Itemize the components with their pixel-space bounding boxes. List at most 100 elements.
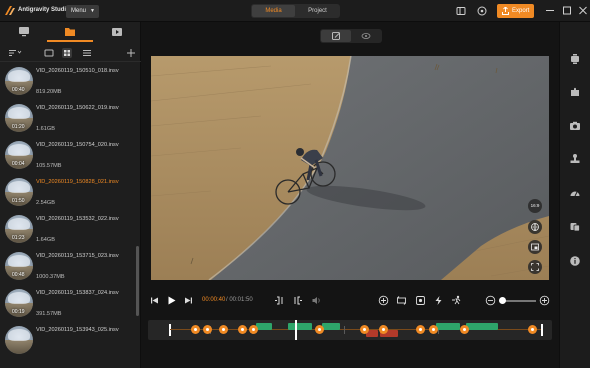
close-icon[interactable] xyxy=(578,5,588,16)
flash-icon[interactable] xyxy=(433,295,444,306)
view-single-icon[interactable] xyxy=(44,48,54,58)
list-item[interactable]: 00:40 VID_20260119_150510_018.insv 819.2… xyxy=(0,65,133,102)
video-frame xyxy=(151,56,549,280)
video-preview[interactable] xyxy=(151,56,549,280)
layout-icon[interactable] xyxy=(456,6,466,16)
timeline-marker[interactable] xyxy=(416,325,425,334)
file-name: VID_20260119_150510_018.insv xyxy=(36,68,119,74)
timeline-marker[interactable] xyxy=(249,325,258,334)
thumbnail-duration: 01:20 xyxy=(12,124,25,130)
file-name: VID_20260119_150622_019.insv xyxy=(36,105,119,111)
add-icon[interactable] xyxy=(126,48,136,58)
target-icon[interactable] xyxy=(415,295,426,306)
highlight-segment[interactable] xyxy=(322,323,340,330)
tools-icon[interactable] xyxy=(569,221,581,233)
preview-mode-tabs xyxy=(320,29,382,43)
skip-forward-icon[interactable] xyxy=(183,295,194,306)
reframe-icon[interactable] xyxy=(396,295,407,306)
trim-out-icon[interactable] xyxy=(292,295,303,306)
play-icon[interactable] xyxy=(166,295,177,306)
file-name: VID_20260119_150754_020.insv xyxy=(36,142,119,148)
app-logo-icon xyxy=(5,6,15,15)
plugin-icon[interactable] xyxy=(569,86,581,98)
motion-icon[interactable] xyxy=(451,295,462,306)
thumbnail-duration: 00:40 xyxy=(12,87,25,93)
file-name: VID_20260119_153715_023.insv xyxy=(36,253,119,259)
timeline-marker[interactable] xyxy=(429,325,438,334)
export-button[interactable]: Export xyxy=(497,4,534,18)
stabilize-icon[interactable] xyxy=(569,53,581,65)
trim-in-icon[interactable] xyxy=(274,295,285,306)
maximize-icon[interactable] xyxy=(562,5,572,16)
highlight-segment[interactable] xyxy=(466,323,498,330)
timeline-marker[interactable] xyxy=(528,325,537,334)
list-item[interactable]: VID_20260119_153943_025.insv xyxy=(0,324,133,361)
add-keyframe-icon[interactable] xyxy=(378,295,389,306)
timeline-tick xyxy=(344,326,345,334)
timeline-playhead[interactable] xyxy=(295,320,297,340)
picture-in-picture-icon[interactable] xyxy=(528,240,542,254)
folder-icon[interactable] xyxy=(64,26,76,37)
timeline-marker[interactable] xyxy=(379,325,388,334)
media-library-icon[interactable] xyxy=(111,26,123,37)
tab-preview[interactable] xyxy=(351,30,381,42)
active-tab-indicator xyxy=(47,40,93,42)
file-size: 819.20MB xyxy=(36,89,62,95)
timeline-marker[interactable] xyxy=(219,325,228,334)
aspect-ratio-button[interactable]: 16:9 xyxy=(528,199,542,213)
sort-icon[interactable] xyxy=(8,48,22,58)
speed-icon[interactable] xyxy=(569,187,581,199)
highlight-segment[interactable] xyxy=(256,323,272,330)
tab-edit[interactable] xyxy=(321,30,351,42)
timeline-marker[interactable] xyxy=(460,325,469,334)
media-file-list: 00:40 VID_20260119_150510_018.insv 819.2… xyxy=(0,63,141,368)
view-grid-icon[interactable] xyxy=(62,48,72,58)
eye-icon xyxy=(361,33,371,39)
help-icon[interactable] xyxy=(477,6,487,16)
list-item[interactable]: 01:20 VID_20260119_150622_019.insv 1.61G… xyxy=(0,102,133,139)
fullscreen-icon[interactable] xyxy=(528,260,542,274)
zoom-slider-handle[interactable] xyxy=(499,297,506,304)
list-item[interactable]: 00:19 VID_20260119_153837_024.insv 391.5… xyxy=(0,287,133,324)
monitor-icon[interactable] xyxy=(18,26,30,37)
zoom-out-icon[interactable] xyxy=(485,295,496,306)
total-time: / 00:01:50 xyxy=(226,297,253,303)
skip-back-icon[interactable] xyxy=(149,295,160,306)
export-label: Export xyxy=(512,8,530,14)
thumbnail-duration: 00:04 xyxy=(12,161,25,167)
timeline-marker[interactable] xyxy=(315,325,324,334)
menu-button[interactable]: Menu ▼ xyxy=(66,5,99,18)
timeline[interactable] xyxy=(148,320,552,340)
video-thumbnail: 00:19 xyxy=(5,289,33,317)
timeline-marker[interactable] xyxy=(203,325,212,334)
snapshot-icon[interactable] xyxy=(569,120,581,132)
list-item[interactable]: 00:48 VID_20260119_153715_023.insv 1000.… xyxy=(0,250,133,287)
view-list-icon[interactable] xyxy=(82,48,92,58)
globe-icon[interactable] xyxy=(528,220,542,234)
file-list-scrollbar[interactable] xyxy=(136,246,139,316)
video-thumbnail: 01:50 xyxy=(5,178,33,206)
highlight-segment[interactable] xyxy=(288,323,312,330)
file-size: 1.64GB xyxy=(36,237,55,243)
stamp-icon[interactable] xyxy=(569,153,581,165)
zoom-slider[interactable] xyxy=(503,300,536,302)
zoom-in-icon[interactable] xyxy=(539,295,550,306)
timeline-marker[interactable] xyxy=(191,325,200,334)
tab-project[interactable]: Project xyxy=(296,5,339,17)
tab-media[interactable]: Media xyxy=(252,5,295,17)
list-item-selected[interactable]: 01:50 VID_20260119_150828_021.insv 2.54G… xyxy=(0,176,133,213)
thumbnail-duration: 01:50 xyxy=(12,198,25,204)
timeline-marker[interactable] xyxy=(238,325,247,334)
list-item[interactable]: 01:23 VID_20260119_153532_022.insv 1.64G… xyxy=(0,213,133,250)
file-size: 391.57MB xyxy=(36,311,62,317)
timeline-marker[interactable] xyxy=(360,325,369,334)
info-icon[interactable] xyxy=(569,255,581,267)
list-item[interactable]: 00:04 VID_20260119_150754_020.insv 105.5… xyxy=(0,139,133,176)
volume-icon[interactable] xyxy=(311,295,322,306)
minimize-icon[interactable] xyxy=(545,5,555,16)
video-thumbnail: 00:04 xyxy=(5,141,33,169)
highlight-segment[interactable] xyxy=(436,323,460,330)
thumbnail-duration: 01:23 xyxy=(12,235,25,241)
thumbnail-duration: 00:19 xyxy=(12,309,25,315)
timeline-end xyxy=(541,324,543,336)
